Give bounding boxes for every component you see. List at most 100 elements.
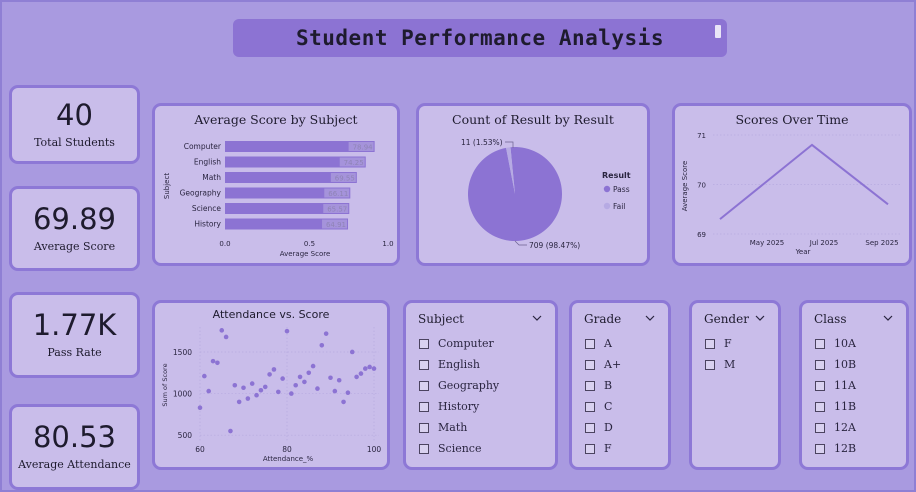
- scores-over-time-card[interactable]: Scores Over Time Average Score Year 69 70…: [672, 103, 912, 266]
- slicer-header: Grade: [584, 312, 622, 326]
- kpi-total-students[interactable]: 40 Total Students: [9, 85, 140, 164]
- slicer-item[interactable]: A: [585, 333, 621, 354]
- pie-data-label: 709 (98.47%): [529, 241, 580, 250]
- avg-score-chart-card[interactable]: Average Score by Subject Subject Average…: [152, 103, 400, 266]
- checkbox[interactable]: [419, 380, 429, 391]
- slicer-item-label: Geography: [438, 379, 500, 392]
- gender-slicer[interactable]: Gender FM: [689, 300, 781, 470]
- scatter-point: [206, 388, 211, 394]
- slicer-item[interactable]: Computer: [419, 333, 499, 354]
- scatter-point: [332, 388, 338, 394]
- x-axis-label: Year: [795, 248, 811, 256]
- slicer-item[interactable]: English: [419, 354, 499, 375]
- grade-slicer[interactable]: Grade A A+ B C D F: [569, 300, 671, 470]
- checkbox[interactable]: [419, 359, 429, 370]
- scatter-point: [306, 370, 312, 376]
- kpi-value: 40: [56, 97, 93, 132]
- checkbox[interactable]: [815, 380, 825, 391]
- slicer-item[interactable]: M: [705, 354, 735, 375]
- slicer-items: A A+ B C D F: [585, 333, 621, 459]
- slicer-item[interactable]: Geography: [419, 375, 499, 396]
- bar-data-label: 74.25: [344, 159, 364, 167]
- title-scroll-thumb[interactable]: [715, 25, 721, 38]
- scatter-point: [219, 328, 225, 333]
- slicer-item[interactable]: 12B: [815, 438, 856, 459]
- scatter-point: [241, 385, 246, 391]
- y-tick-label: 500: [178, 431, 193, 440]
- checkbox[interactable]: [815, 359, 825, 370]
- scatter-point: [276, 389, 281, 395]
- checkbox[interactable]: [419, 422, 429, 433]
- slicer-item[interactable]: 10B: [815, 354, 856, 375]
- slicer-items: FM: [705, 333, 735, 375]
- scatter-point: [328, 375, 333, 381]
- kpi-label: Pass Rate: [47, 346, 102, 359]
- scatter-point: [323, 331, 329, 336]
- bar-category-label: Math: [202, 173, 221, 182]
- checkbox[interactable]: [705, 359, 715, 370]
- page-title: Student Performance Analysis: [295, 26, 664, 50]
- slicer-item[interactable]: B: [585, 375, 621, 396]
- y-tick-label: 70: [697, 182, 706, 190]
- checkbox[interactable]: [585, 359, 595, 370]
- bar-category-label: English: [194, 158, 221, 167]
- kpi-value: 1.77K: [32, 308, 117, 342]
- result-pie-chart: 11 (1.53%) 709 (98.47%) Result Pass Fail: [461, 138, 631, 250]
- scatter-point: [363, 366, 368, 371]
- slicer-item[interactable]: F: [705, 333, 735, 354]
- slicer-item[interactable]: History: [419, 396, 499, 417]
- slicer-item-label: F: [604, 442, 612, 455]
- bar-data-label: 78.94: [353, 144, 374, 152]
- checkbox[interactable]: [815, 443, 825, 454]
- slicer-item-label: 11A: [834, 379, 856, 392]
- class-slicer[interactable]: Class 10A 10B 11A 11B 12A 12B: [799, 300, 909, 470]
- kpi-average-attendance[interactable]: 80.53 Average Attendance: [9, 404, 140, 490]
- checkbox[interactable]: [585, 401, 595, 412]
- checkbox[interactable]: [419, 443, 429, 454]
- attendance-scatter-card[interactable]: Attendance vs. Score Sum of Score Attend…: [152, 300, 390, 470]
- slicer-item-label: History: [438, 400, 480, 413]
- checkbox[interactable]: [585, 443, 595, 454]
- checkbox[interactable]: [419, 338, 429, 349]
- slicer-item[interactable]: 11A: [815, 375, 856, 396]
- checkbox[interactable]: [815, 401, 825, 412]
- slicer-item[interactable]: D: [585, 417, 621, 438]
- kpi-label: Total Students: [34, 135, 115, 149]
- slicer-item[interactable]: 12A: [815, 417, 856, 438]
- checkbox[interactable]: [815, 338, 825, 349]
- slicer-item[interactable]: Math: [419, 417, 499, 438]
- y-tick-label: 71: [697, 132, 706, 140]
- checkbox[interactable]: [585, 380, 595, 391]
- scatter-point: [280, 376, 285, 381]
- scatter-point: [358, 371, 364, 376]
- chevron-down-icon[interactable]: [531, 312, 543, 324]
- slicer-item[interactable]: F: [585, 438, 621, 459]
- scatter-point: [197, 405, 203, 411]
- kpi-average-score[interactable]: 69.89 Average Score: [9, 186, 140, 271]
- scatter-point: [202, 373, 207, 379]
- checkbox[interactable]: [705, 338, 715, 349]
- chevron-down-icon[interactable]: [754, 312, 766, 324]
- bar-category-label: Geography: [180, 189, 222, 198]
- checkbox[interactable]: [419, 401, 429, 412]
- pie-data-label: 11 (1.53%): [461, 138, 503, 147]
- slicer-items: Computer English Geography History Math Scien…: [419, 333, 499, 459]
- scatter-point: [371, 366, 377, 371]
- slicer-item[interactable]: Science: [419, 438, 499, 459]
- checkbox[interactable]: [585, 338, 595, 349]
- checkbox[interactable]: [815, 422, 825, 433]
- slicer-item[interactable]: C: [585, 396, 621, 417]
- scatter-point: [289, 391, 294, 396]
- slicer-item[interactable]: 10A: [815, 333, 856, 354]
- chevron-down-icon[interactable]: [644, 312, 656, 324]
- slicer-item[interactable]: 11B: [815, 396, 856, 417]
- slicer-item[interactable]: A+: [585, 354, 621, 375]
- slicer-header: Gender: [704, 312, 749, 326]
- result-pie-card[interactable]: Count of Result by Result 11 (1.53%) 709 …: [416, 103, 650, 266]
- chevron-down-icon[interactable]: [882, 312, 894, 324]
- bar-category-label: History: [194, 220, 221, 229]
- kpi-pass-rate[interactable]: 1.77K Pass Rate: [9, 292, 140, 378]
- bar-data-label: 66.11: [328, 190, 348, 198]
- checkbox[interactable]: [585, 422, 595, 433]
- subject-slicer[interactable]: Subject Computer English Geography History M…: [403, 300, 558, 470]
